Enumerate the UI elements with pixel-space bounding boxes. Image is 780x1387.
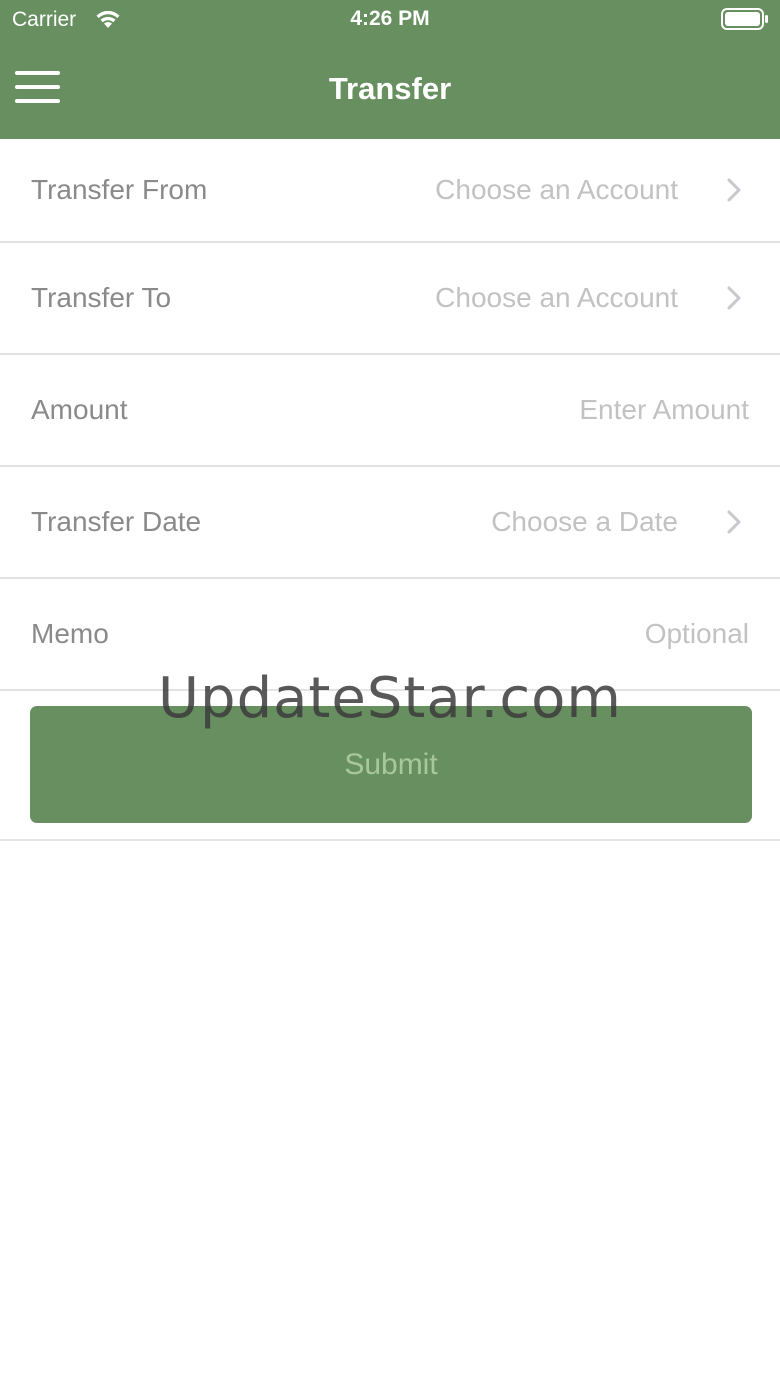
chevron-right-icon	[727, 286, 741, 310]
submit-area: Submit	[0, 691, 780, 841]
navigation-bar: Transfer	[0, 40, 780, 139]
top-bar: Carrier 4:26 PM Transfer	[0, 0, 780, 139]
status-time: 4:26 PM	[350, 7, 430, 30]
transfer-to-label: Transfer To	[31, 282, 172, 313]
battery-icon	[721, 8, 768, 30]
transfer-date-label: Transfer Date	[31, 506, 202, 537]
transfer-to-row[interactable]: Transfer To Choose an Account	[0, 243, 780, 355]
transfer-date-value: Choose a Date	[491, 506, 678, 537]
transfer-from-label: Transfer From	[31, 174, 208, 205]
memo-row[interactable]: Memo Optional	[0, 579, 780, 691]
status-bar: Carrier 4:26 PM	[0, 0, 780, 40]
memo-input[interactable]: Optional	[645, 618, 749, 650]
transfer-screen: Carrier 4:26 PM Transfer Transfer From C…	[0, 0, 780, 1387]
amount-label: Amount	[31, 394, 128, 425]
transfer-from-row[interactable]: Transfer From Choose an Account	[0, 139, 780, 243]
memo-label: Memo	[31, 618, 109, 649]
submit-button[interactable]: Submit	[30, 706, 752, 823]
transfer-to-value: Choose an Account	[435, 282, 678, 313]
transfer-date-row[interactable]: Transfer Date Choose a Date	[0, 467, 780, 579]
amount-input[interactable]: Enter Amount	[579, 394, 749, 426]
transfer-from-value: Choose an Account	[435, 174, 678, 205]
chevron-right-icon	[727, 510, 741, 534]
chevron-right-icon	[727, 178, 741, 202]
amount-row[interactable]: Amount Enter Amount	[0, 355, 780, 467]
page-title: Transfer	[328, 71, 452, 106]
transfer-form: Transfer From Choose an Account Transfer…	[0, 139, 780, 841]
